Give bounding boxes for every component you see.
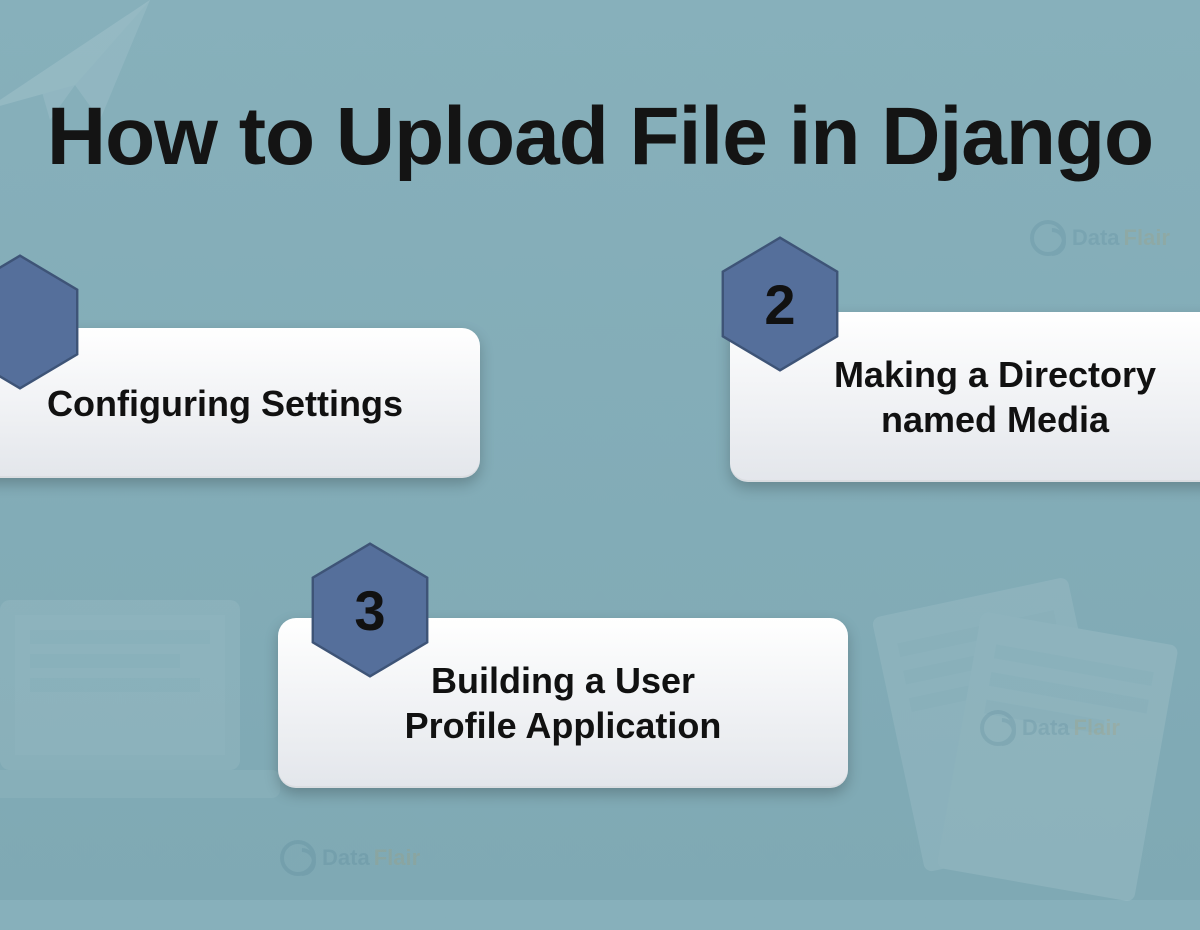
step-label: Making a Directorynamed Media bbox=[834, 352, 1156, 442]
watermark-logo: DataFlair bbox=[980, 710, 1120, 746]
step-label: Configuring Settings bbox=[47, 381, 403, 426]
step-number: 2 bbox=[764, 272, 795, 337]
step-number: 3 bbox=[354, 578, 385, 643]
page-title: How to Upload File in Django bbox=[0, 90, 1200, 184]
step-badge-1: 1 bbox=[0, 252, 82, 392]
step-badge-2: 2 bbox=[718, 234, 842, 374]
laptop-icon bbox=[0, 570, 320, 910]
step-label: Building a User Profile Application bbox=[405, 658, 722, 748]
watermark-logo: DataFlair bbox=[1030, 220, 1170, 256]
watermark-logo: DataFlair bbox=[280, 840, 420, 876]
step-badge-3: 3 bbox=[308, 540, 432, 680]
